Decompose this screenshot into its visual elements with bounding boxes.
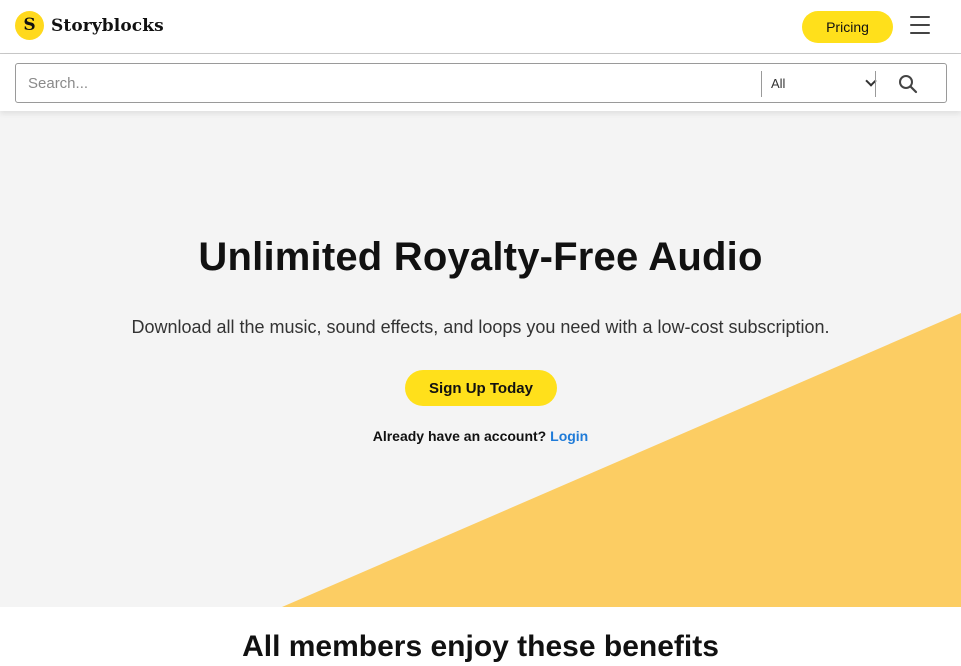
search-icon	[899, 75, 918, 94]
menu-bar	[910, 32, 930, 34]
hero-decorative-shape	[282, 313, 961, 607]
search-bar: All	[0, 54, 961, 111]
brand-name: Storyblocks	[51, 15, 164, 36]
logo-glyph: S	[23, 15, 36, 35]
menu-bar	[910, 16, 930, 18]
search-divider	[875, 71, 876, 97]
menu-bar	[910, 24, 930, 26]
search-box: All	[15, 63, 947, 103]
search-button[interactable]	[890, 69, 926, 99]
search-input[interactable]	[28, 64, 758, 102]
category-select[interactable]: All	[771, 64, 877, 102]
storyblocks-logo-icon: S	[15, 11, 44, 40]
hero-subtitle: Download all the music, sound effects, a…	[131, 317, 830, 337]
sign-up-button[interactable]: Sign Up Today	[405, 370, 557, 406]
hero-title: Unlimited Royalty-Free Audio	[198, 235, 763, 279]
search-divider	[761, 71, 762, 97]
account-prompt: Already have an account? Login	[0, 428, 961, 444]
account-prompt-text: Already have an account?	[372, 428, 547, 444]
brand-logo[interactable]: S Storyblocks	[15, 11, 164, 40]
category-select-value: All	[771, 75, 786, 91]
benefits-title: All members enjoy these benefits	[242, 630, 719, 663]
hamburger-menu-icon[interactable]	[910, 16, 930, 34]
hero-section: Unlimited Royalty-Free Audio Download al…	[0, 111, 961, 607]
pricing-button[interactable]: Pricing	[802, 11, 893, 43]
login-link[interactable]: Login	[550, 428, 588, 444]
site-header: S Storyblocks Pricing	[0, 0, 961, 54]
